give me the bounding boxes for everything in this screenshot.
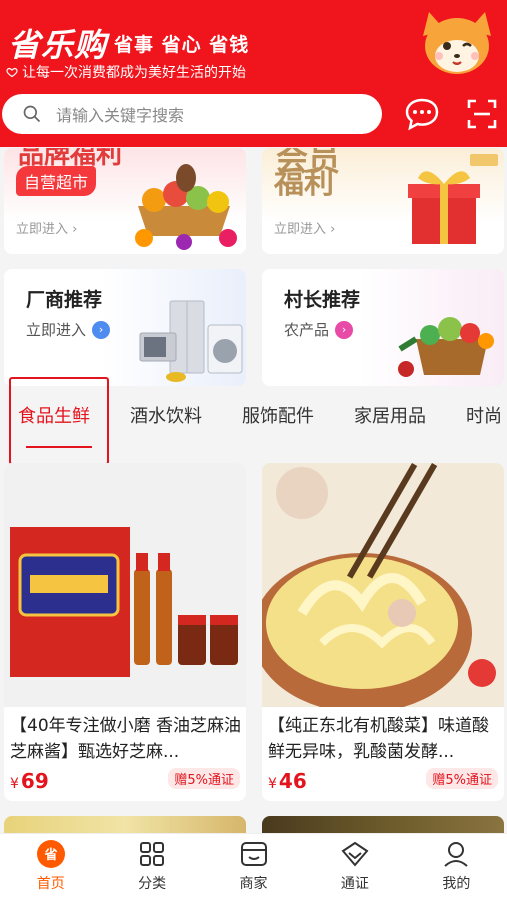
chat-bubble-icon bbox=[405, 98, 439, 131]
promo-member-benefit[interactable]: 会员 福利 立即进入 › bbox=[262, 148, 504, 254]
brand-logo: 省乐购 bbox=[8, 26, 108, 64]
nav-label: 商家 bbox=[239, 875, 268, 892]
promo-title: 村长推荐 bbox=[284, 289, 361, 311]
store-icon bbox=[239, 839, 269, 869]
promo-title: 厂商推荐 bbox=[26, 289, 103, 311]
product-image-sauerkraut bbox=[262, 463, 504, 707]
product-card[interactable]: 【纯正东北有机酸菜】味道酸鲜无异味，乳酸菌发酵... ¥46 赠5%通证 bbox=[262, 463, 504, 801]
nav-home[interactable]: 省 首页 bbox=[0, 834, 101, 897]
nav-label: 我的 bbox=[442, 875, 471, 892]
arrow-right-icon: › bbox=[335, 320, 354, 339]
promo-subtitle: 农产品 bbox=[284, 321, 330, 339]
subslogan-text: 让每一次消费都成为美好生活的开始 bbox=[22, 65, 246, 81]
message-button[interactable] bbox=[404, 96, 440, 132]
heart-icon bbox=[6, 67, 18, 78]
promo-tag: 自营超市 bbox=[16, 166, 97, 196]
promo-self-supermarket[interactable]: 品牌福利 自营超市 立即进入 › bbox=[4, 148, 246, 254]
search-bar[interactable]: 请输入关键字搜索 bbox=[2, 94, 382, 134]
home-icon: 省 bbox=[36, 839, 66, 869]
gift-box-image bbox=[408, 154, 498, 244]
token-icon bbox=[340, 839, 370, 869]
arrow-right-icon: › bbox=[92, 320, 111, 339]
tab-fashion[interactable]: 时尚 bbox=[466, 402, 502, 428]
promo-subtitle: 立即进入 bbox=[26, 321, 87, 339]
nav-label: 通证 bbox=[340, 875, 369, 892]
nav-label: 首页 bbox=[36, 875, 65, 892]
fox-mascot-icon bbox=[423, 12, 491, 74]
tab-apparel[interactable]: 服饰配件 bbox=[242, 402, 314, 428]
product-card[interactable]: 【40年专注做小磨 香油芝麻油芝麻酱】甄选好芝麻... ¥69 赠5%通证 bbox=[4, 463, 246, 801]
enter-link[interactable]: 立即进入 › bbox=[16, 218, 77, 237]
active-tab-highlight bbox=[9, 377, 109, 465]
enter-link[interactable]: 立即进入 › bbox=[274, 218, 335, 237]
promo-subtitle-row[interactable]: 立即进入 › bbox=[26, 319, 111, 340]
product-price: ¥69 bbox=[10, 769, 49, 793]
nav-token[interactable]: 通证 bbox=[304, 834, 405, 897]
fruit-basket-image bbox=[135, 164, 237, 250]
tab-home-goods[interactable]: 家居用品 bbox=[354, 402, 426, 428]
vegetable-basket-image bbox=[398, 317, 494, 377]
header: 省乐购 省事 省心 省钱 让每一次消费都成为美好生活的开始 请输入关键字搜索 bbox=[0, 0, 507, 147]
appliances-image bbox=[139, 300, 243, 382]
bottom-nav: 省 首页 分类 商家 通证 我的 bbox=[0, 833, 507, 897]
currency-symbol: ¥ bbox=[268, 776, 277, 792]
nav-label: 分类 bbox=[138, 875, 167, 892]
promo-village-head[interactable]: 村长推荐 农产品 › bbox=[262, 269, 504, 386]
scan-icon bbox=[467, 99, 497, 129]
subslogan-row: 让每一次消费都成为美好生活的开始 bbox=[6, 62, 246, 82]
price-value: 69 bbox=[20, 769, 49, 793]
product-title: 【40年专注做小磨 香油芝麻油芝麻酱】甄选好芝麻... bbox=[10, 716, 242, 762]
promo-heading-2: 福利 bbox=[274, 166, 334, 201]
tab-drinks[interactable]: 酒水饮料 bbox=[130, 402, 202, 428]
active-tab-underline bbox=[26, 446, 92, 448]
product-title: 【纯正东北有机酸菜】味道酸鲜无异味，乳酸菌发酵... bbox=[268, 716, 489, 762]
product-image-sesame-oil bbox=[4, 463, 246, 707]
nav-store[interactable]: 商家 bbox=[203, 834, 304, 897]
svg-text:省: 省 bbox=[43, 847, 57, 863]
product-price: ¥46 bbox=[268, 769, 307, 793]
category-icon bbox=[137, 839, 167, 869]
slogan: 省事 省心 省钱 bbox=[114, 34, 250, 56]
promo-manufacturer[interactable]: 厂商推荐 立即进入 › bbox=[4, 269, 246, 386]
nav-category[interactable]: 分类 bbox=[101, 834, 202, 897]
scan-button[interactable] bbox=[464, 96, 500, 132]
currency-symbol: ¥ bbox=[10, 776, 19, 792]
search-input[interactable]: 请输入关键字搜索 bbox=[56, 102, 184, 126]
profile-icon bbox=[441, 839, 471, 869]
token-bonus-badge: 赠5%通证 bbox=[426, 768, 498, 789]
price-value: 46 bbox=[278, 769, 307, 793]
token-bonus-badge: 赠5%通证 bbox=[168, 768, 240, 789]
search-icon bbox=[23, 105, 41, 123]
promo-subtitle-row[interactable]: 农产品 › bbox=[284, 319, 354, 340]
nav-profile[interactable]: 我的 bbox=[406, 834, 507, 897]
